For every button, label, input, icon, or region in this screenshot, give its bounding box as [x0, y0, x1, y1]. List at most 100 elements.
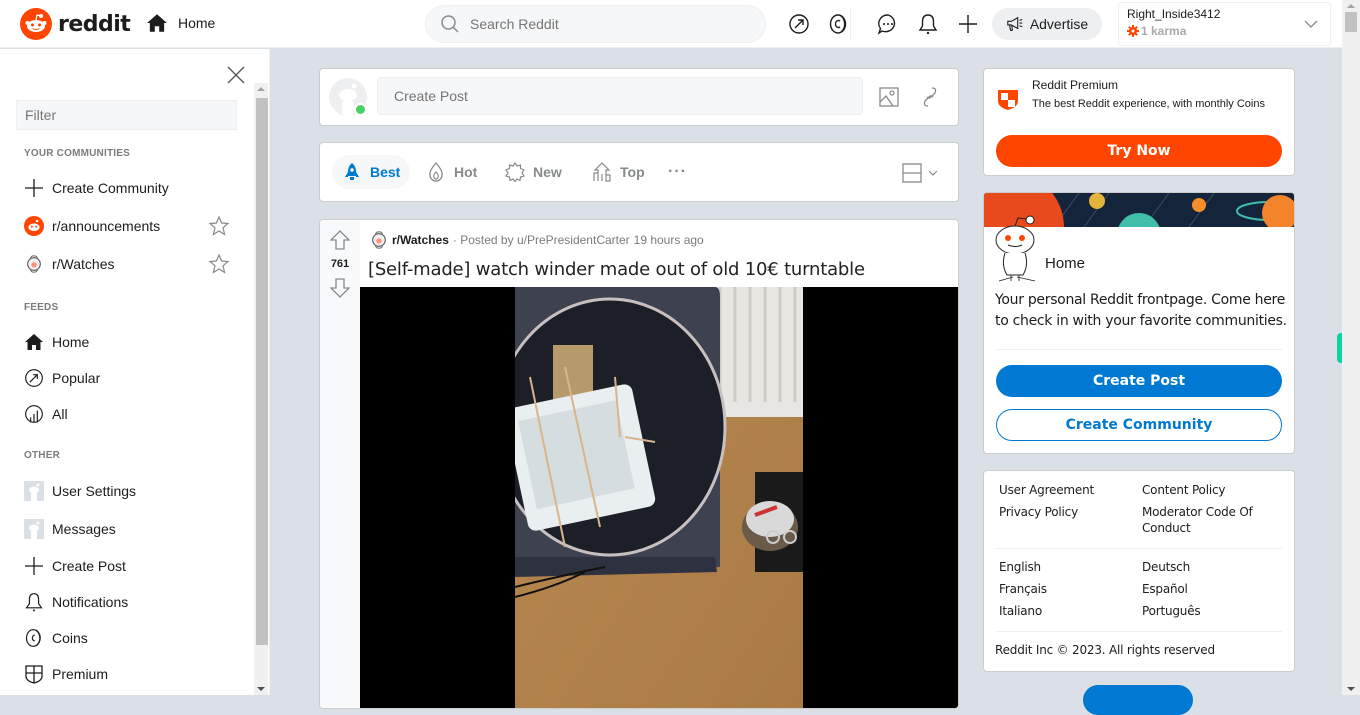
user-dropdown[interactable]: Right_Inside3412 1 karma [1118, 2, 1331, 46]
sidebar-item-create-post[interactable]: Create Post [24, 551, 240, 581]
notifications-icon[interactable] [916, 12, 940, 36]
create-post-card [319, 68, 959, 126]
rocket-icon [345, 163, 359, 180]
sidebar-item-announcements[interactable]: r/announcements [24, 211, 240, 241]
search-input[interactable] [470, 16, 730, 32]
create-community-button[interactable]: Create Community [996, 409, 1282, 441]
post-image [515, 287, 803, 708]
more-options-button[interactable]: ··· [658, 155, 697, 189]
scrollbar-thumb[interactable] [1345, 12, 1357, 32]
home-info-card: Home Your personal Reddit frontpage. Com… [983, 192, 1295, 454]
home-icon [147, 14, 167, 32]
footer-link-content-policy[interactable]: Content Policy [1142, 482, 1225, 498]
link-icon[interactable] [920, 86, 940, 108]
image-upload-icon[interactable] [879, 87, 899, 107]
downvote-icon[interactable] [330, 278, 350, 298]
turntable-photo [515, 287, 803, 708]
sort-tab-hot[interactable]: Hot [416, 155, 487, 189]
sidebar-item-watches[interactable]: r/Watches [24, 249, 240, 279]
sidebar-item-all[interactable]: All [24, 399, 240, 429]
language-espanol[interactable]: Español [1142, 581, 1188, 597]
avatar-icon [24, 481, 44, 501]
chevron-down-icon [928, 170, 938, 176]
upvote-icon[interactable] [330, 230, 350, 250]
scroll-up-arrow[interactable] [1347, 4, 1355, 8]
sidebar-item-create-community[interactable]: Create Community [24, 173, 240, 203]
sidebar-item-coins[interactable]: Coins [24, 623, 240, 653]
avatar-icon [24, 519, 44, 539]
sidebar-item-premium[interactable]: Premium [24, 659, 240, 689]
scrollbar-thumb[interactable] [256, 98, 268, 645]
sidebar-item-messages[interactable]: Messages [24, 514, 240, 544]
scroll-down-arrow[interactable] [1347, 687, 1355, 691]
subreddit-link[interactable]: r/Watches [392, 233, 449, 247]
section-label-communities: YOUR COMMUNITIES [24, 148, 130, 159]
sidebar-item-label: Premium [52, 666, 109, 682]
advertise-label: Advertise [1029, 16, 1089, 32]
sidebar-scrollbar[interactable] [254, 83, 268, 695]
search-bar[interactable] [425, 5, 766, 43]
top-chart-icon [593, 162, 611, 182]
star-icon[interactable] [208, 215, 230, 237]
create-post-icon[interactable] [956, 12, 980, 36]
close-icon[interactable] [225, 64, 247, 86]
current-feed-label: Home [178, 15, 216, 31]
sort-tab-label: Hot [454, 164, 478, 180]
home-icon [25, 334, 43, 350]
back-to-top-button[interactable] [1083, 685, 1193, 715]
post-title[interactable]: [Self-made] watch winder made out of old… [368, 259, 865, 280]
sort-tab-best[interactable]: Best [332, 155, 411, 189]
chevron-down-icon [1304, 20, 1318, 28]
language-english[interactable]: English [999, 559, 1041, 575]
sidebar-item-user-settings[interactable]: User Settings [24, 476, 240, 506]
try-now-button[interactable]: Try Now [996, 135, 1282, 167]
post-time[interactable]: 19 hours ago [634, 233, 704, 247]
left-sidebar: YOUR COMMUNITIES Create Community r/anno… [0, 49, 270, 695]
sort-tab-label: Top [620, 164, 645, 180]
search-icon [441, 15, 459, 33]
footer-link-moderator-code[interactable]: Moderator Code Of Conduct [1142, 504, 1272, 536]
footer-link-privacy-policy[interactable]: Privacy Policy [999, 504, 1078, 520]
advertise-button[interactable]: Advertise [992, 8, 1102, 40]
language-francais[interactable]: Français [999, 581, 1047, 597]
language-deutsch[interactable]: Deutsch [1142, 559, 1190, 575]
coins-icon[interactable] [827, 12, 851, 36]
language-italiano[interactable]: Italiano [999, 603, 1042, 619]
watches-icon [27, 255, 41, 273]
scroll-down-arrow[interactable] [257, 687, 265, 691]
home-card-title: Home [1045, 255, 1086, 272]
view-layout-dropdown[interactable] [902, 163, 938, 183]
sort-tab-top[interactable]: Top [582, 155, 655, 189]
sidebar-item-popular[interactable]: Popular [24, 363, 240, 393]
vote-count: 761 [330, 258, 350, 270]
posted-by[interactable]: · Posted by u/PrePresidentCarter [453, 233, 630, 247]
plus-icon [25, 557, 43, 575]
sidebar-item-home[interactable]: Home [24, 327, 240, 357]
filter-input[interactable] [16, 100, 237, 130]
language-portugues[interactable]: Português [1142, 603, 1201, 619]
create-post-button[interactable]: Create Post [996, 365, 1282, 397]
sidebar-item-notifications[interactable]: Notifications [24, 587, 240, 617]
star-icon[interactable] [208, 253, 230, 275]
card-layout-icon [902, 163, 922, 183]
footer-link-user-agreement[interactable]: User Agreement [999, 482, 1094, 498]
create-post-input[interactable] [377, 77, 863, 115]
post-card[interactable]: 761 r/Watches · Posted by u/PrePresident… [319, 219, 959, 709]
sidebar-item-label: Popular [52, 370, 101, 386]
side-tab-handle[interactable] [1337, 333, 1342, 363]
scroll-up-arrow[interactable] [257, 87, 265, 91]
sidebar-item-label: Home [52, 334, 90, 350]
popular-icon[interactable] [787, 12, 811, 36]
premium-card: Reddit Premium The best Reddit experienc… [983, 68, 1295, 176]
page-scrollbar[interactable] [1342, 0, 1360, 695]
home-card-description: Your personal Reddit frontpage. Come her… [995, 292, 1287, 329]
premium-description: The best Reddit experience, with monthly… [1032, 98, 1265, 110]
sort-tab-new[interactable]: New [495, 155, 572, 189]
post-media[interactable] [360, 287, 958, 708]
feed-dropdown[interactable]: Home [146, 12, 215, 34]
plus-icon [25, 179, 43, 197]
reddit-logo[interactable]: reddit [20, 8, 131, 40]
username: Right_Inside3412 [1127, 7, 1221, 21]
sidebar-item-label: r/announcements [52, 218, 161, 234]
chat-icon[interactable] [876, 12, 900, 36]
